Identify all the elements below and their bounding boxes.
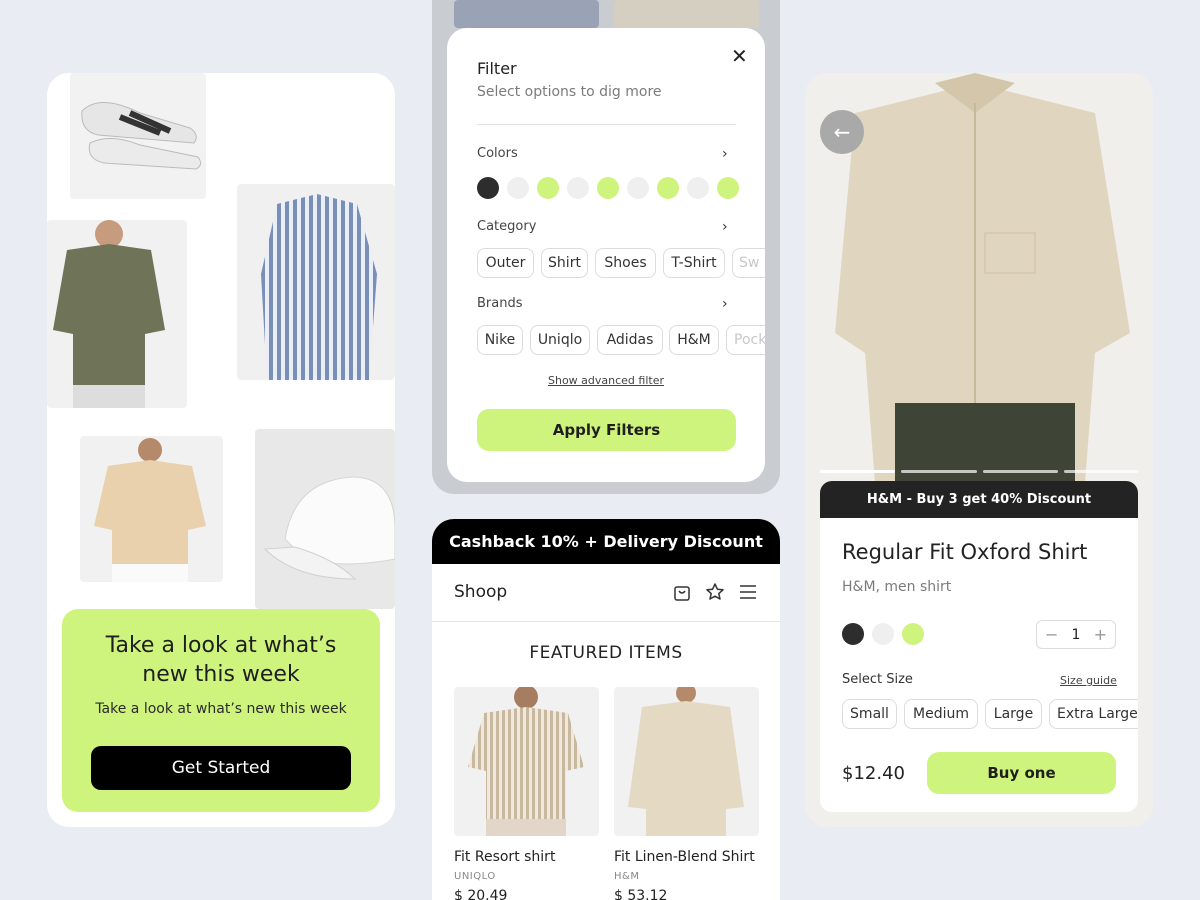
color-swatch[interactable]: [507, 177, 529, 199]
shop-screen: Cashback 10% + Delivery Discount Shoop F…: [432, 519, 780, 900]
size-chip-large[interactable]: Large: [985, 699, 1042, 729]
filter-sheet: Filter Select options to dig more ✕ Colo…: [447, 28, 765, 482]
apply-filters-button[interactable]: Apply Filters: [477, 409, 736, 451]
product-title: Regular Fit Oxford Shirt: [842, 540, 1088, 564]
striped-shirt-image: [237, 184, 395, 380]
color-swatch[interactable]: [567, 177, 589, 199]
color-swatch[interactable]: [902, 623, 924, 645]
size-chip-small[interactable]: Small: [842, 699, 897, 729]
category-label: Category: [477, 219, 537, 234]
product-name[interactable]: Fit Linen-Blend Shirt: [614, 849, 755, 865]
size-chip-medium[interactable]: Medium: [904, 699, 978, 729]
advanced-filter-link[interactable]: Show advanced filter: [447, 374, 765, 387]
product-price: $ 53.12: [614, 888, 668, 900]
product-subtitle: H&M, men shirt: [842, 579, 952, 595]
brand-chip-uniqlo[interactable]: Uniqlo: [530, 325, 590, 355]
filter-title: Filter: [477, 59, 517, 78]
size-chip-extra-large[interactable]: Extra Large: [1049, 699, 1138, 729]
carousel-indicator-active: [820, 470, 895, 473]
color-swatch[interactable]: [717, 177, 739, 199]
color-swatch[interactable]: [627, 177, 649, 199]
shop-title: Shoop: [454, 582, 508, 602]
product-name[interactable]: Fit Resort shirt: [454, 849, 555, 865]
carousel-indicator: [1064, 470, 1138, 473]
promo-bar: H&M - Buy 3 get 40% Discount: [820, 481, 1138, 518]
quantity-value: 1: [1071, 626, 1081, 643]
brand-chip-adidas[interactable]: Adidas: [597, 325, 663, 355]
quantity-stepper[interactable]: − 1 +: [1036, 620, 1116, 649]
chevron-right-icon[interactable]: ›: [722, 296, 728, 312]
star-icon[interactable]: [705, 582, 725, 602]
brand-chip-nike[interactable]: Nike: [477, 325, 523, 355]
background-product-image: [454, 0, 599, 28]
back-arrow-icon[interactable]: ←: [820, 110, 864, 154]
cashback-banner: Cashback 10% + Delivery Discount: [432, 519, 780, 564]
onboarding-card: Take a look at what’s new this week Take…: [47, 73, 395, 827]
shop-header: Shoop: [432, 564, 780, 622]
product-brand: H&M: [614, 871, 640, 882]
product-detail-screen: ← H&M - Buy 3 get 40% Discount Regular F…: [805, 73, 1153, 827]
promo-title: Take a look at what’s new this week: [105, 633, 337, 687]
category-chip-outer[interactable]: Outer: [477, 248, 534, 278]
color-swatch[interactable]: [872, 623, 894, 645]
select-size-label: Select Size: [842, 672, 913, 687]
divider: [477, 124, 736, 125]
size-guide-link[interactable]: Size guide: [1060, 674, 1117, 687]
chevron-right-icon[interactable]: ›: [722, 219, 728, 235]
bag-icon[interactable]: [672, 582, 692, 602]
color-swatch[interactable]: [842, 623, 864, 645]
plus-icon[interactable]: +: [1094, 625, 1107, 644]
color-swatch[interactable]: [477, 177, 499, 199]
promo-panel: Take a look at what’s new this week Take…: [62, 609, 380, 812]
menu-icon[interactable]: [739, 583, 757, 601]
chevron-right-icon[interactable]: ›: [722, 146, 728, 162]
brand-chip-hm[interactable]: H&M: [669, 325, 719, 355]
category-chip-shirt[interactable]: Shirt: [541, 248, 588, 278]
carousel-indicator: [901, 470, 977, 473]
category-chip-tshirt[interactable]: T-Shirt: [663, 248, 725, 278]
product-price: $ 20.49: [454, 888, 508, 900]
brand-chip-pock[interactable]: Pock: [726, 325, 765, 355]
brands-label: Brands: [477, 296, 523, 311]
color-swatch[interactable]: [537, 177, 559, 199]
product-price: $12.40: [842, 763, 905, 784]
cap-image: [255, 429, 395, 609]
color-swatch[interactable]: [687, 177, 709, 199]
minus-icon[interactable]: −: [1045, 625, 1058, 644]
carousel-indicator: [983, 470, 1058, 473]
background-product-image: [614, 0, 759, 28]
detail-panel: H&M - Buy 3 get 40% Discount Regular Fit…: [820, 481, 1138, 812]
product-image-resort-shirt[interactable]: [454, 685, 599, 836]
product-brand: UNIQLO: [454, 871, 496, 882]
promo-subtitle: Take a look at what’s new this week: [95, 701, 347, 717]
product-image-linen-shirt[interactable]: [614, 683, 759, 836]
filter-subtitle: Select options to dig more: [477, 84, 662, 100]
category-chip-sweater[interactable]: Sw: [732, 248, 765, 278]
sneaker-image: [70, 73, 206, 199]
category-chip-shoes[interactable]: Shoes: [595, 248, 656, 278]
colors-label: Colors: [477, 146, 518, 161]
color-swatch[interactable]: [597, 177, 619, 199]
color-swatch[interactable]: [657, 177, 679, 199]
olive-shirt-image: [47, 220, 187, 408]
buy-one-button[interactable]: Buy one: [927, 752, 1116, 794]
beige-shirt-image: [80, 436, 223, 582]
close-icon[interactable]: ✕: [731, 44, 748, 68]
featured-title: FEATURED ITEMS: [529, 643, 683, 663]
filter-screen: Filter Select options to dig more ✕ Colo…: [432, 0, 780, 494]
get-started-button[interactable]: Get Started: [91, 746, 351, 790]
